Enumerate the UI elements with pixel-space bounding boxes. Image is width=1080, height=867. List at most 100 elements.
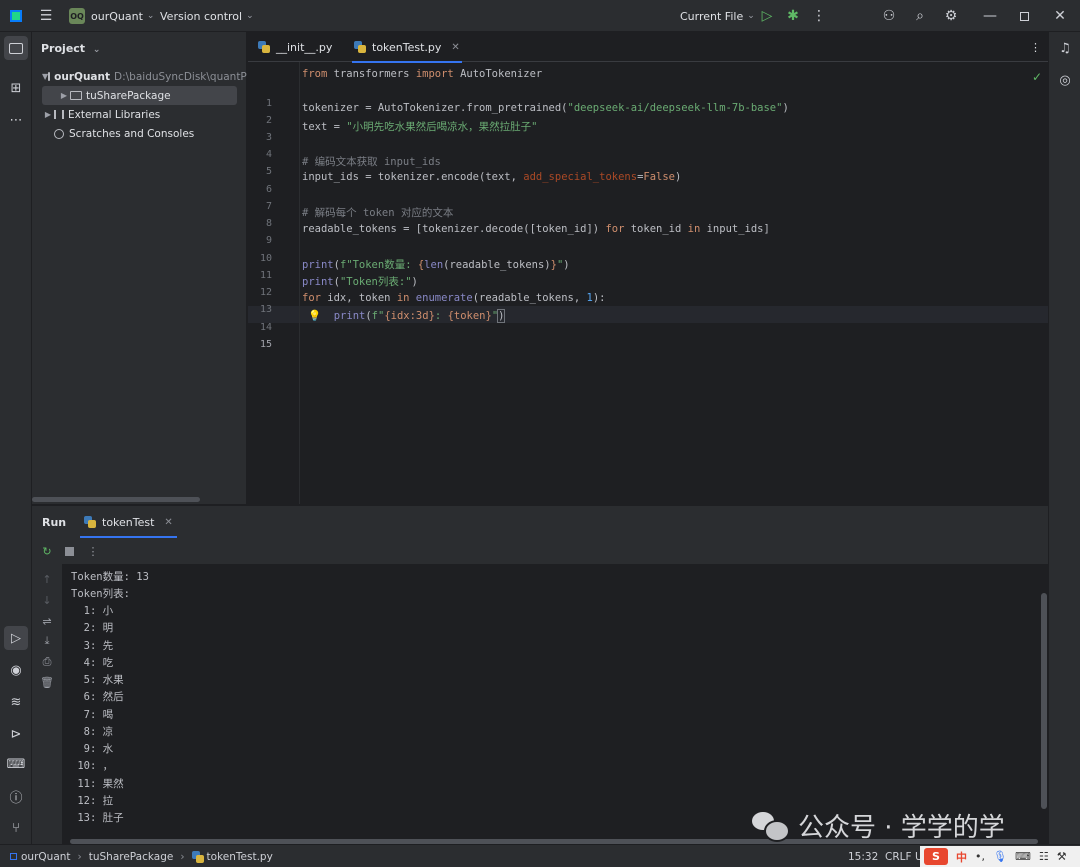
code-token: ) xyxy=(411,276,418,288)
minimize-icon[interactable]: — xyxy=(983,0,997,32)
line-number: 14 xyxy=(259,322,272,333)
folder-icon xyxy=(48,72,51,81)
more-tools-icon[interactable]: ⋯ xyxy=(4,108,28,132)
console-line: 6: 然后 xyxy=(71,691,124,703)
tab-tokentest-py[interactable]: tokenTest.py ✕ xyxy=(352,32,462,63)
line-separator[interactable]: CRLF xyxy=(885,845,912,867)
library-icon xyxy=(54,110,64,119)
print-icon[interactable]: ⎙ xyxy=(40,655,54,669)
layers-icon[interactable]: ≋ xyxy=(4,690,28,714)
collapse-arrow-icon[interactable]: ▶ xyxy=(58,91,70,100)
project-panel-title[interactable]: Project ⌄ xyxy=(41,42,100,55)
watermark: 公众号 · 学学的学 xyxy=(752,805,1005,845)
code-token: ) xyxy=(563,259,570,271)
code-line-9: # 解码每个 token 对应的文本 xyxy=(302,205,453,220)
string-token: f"Token数量: xyxy=(339,259,418,271)
soft-wrap-icon[interactable]: ⇌ xyxy=(40,614,54,628)
git-icon[interactable]: ⑂ xyxy=(4,816,28,840)
punctuation-icon[interactable]: •, xyxy=(975,850,985,863)
collapse-arrow-icon[interactable]: ▶ xyxy=(42,110,54,119)
left-tool-strip: ⊞ ⋯ ▷ ◉ ≋ ⊳ ⌨ ⓘ ⑂ xyxy=(0,32,32,844)
microphone-icon[interactable]: 🎙 xyxy=(993,850,1007,863)
console-line: 2: 明 xyxy=(71,622,114,634)
close-tab-icon[interactable]: ✕ xyxy=(451,42,459,53)
code-token: readable_tokens = [tokenizer.decode([tok… xyxy=(302,223,606,235)
skin-icon[interactable]: ☷ xyxy=(1039,850,1049,863)
param-token: add_special_tokens xyxy=(523,171,638,183)
cursor-position[interactable]: 15:32 xyxy=(848,845,878,867)
tab-options-icon[interactable]: ⋮ xyxy=(1030,32,1041,62)
code-line-13: print("Token列表:") xyxy=(302,274,418,289)
stop-icon[interactable] xyxy=(62,544,76,558)
up-arrow-icon[interactable]: ↑ xyxy=(40,572,54,586)
tree-item-label: External Libraries xyxy=(68,108,161,121)
ime-toolbar: S 中 •, 🎙 ⌨ ☷ ⚒ xyxy=(920,846,1080,867)
project-tool-icon[interactable] xyxy=(4,36,28,60)
scroll-to-end-icon[interactable]: ⤓ xyxy=(40,634,54,648)
line-number: 2 xyxy=(265,115,272,126)
code-token: (readable_tokens, xyxy=(472,292,587,304)
ime-language[interactable]: 中 xyxy=(956,849,967,865)
console-output[interactable]: Token数量: 13 Token列表: 1: 小 2: 明 3: 先 4: 吃… xyxy=(62,564,1048,845)
maximize-icon[interactable] xyxy=(1018,0,1030,32)
keyword-token: import xyxy=(415,68,454,80)
search-icon[interactable]: ⌕ xyxy=(912,0,928,32)
breadcrumb-item[interactable]: tokenTest.py xyxy=(207,851,273,863)
lightbulb-icon[interactable]: 💡 xyxy=(308,310,321,322)
breadcrumb-item[interactable]: tuSharePackage xyxy=(89,851,174,863)
run-config-selector[interactable]: Current File ⌄ xyxy=(680,0,755,32)
keyboard-icon[interactable]: ⌨ xyxy=(1015,850,1031,863)
ai-assistant-icon[interactable]: ◎ xyxy=(1053,68,1077,92)
python-file-icon xyxy=(84,516,96,528)
tab-init-py[interactable]: __init__.py xyxy=(258,32,332,62)
close-tab-icon[interactable]: ✕ xyxy=(164,517,172,528)
rerun-icon[interactable]: ↻ xyxy=(40,544,54,558)
add-user-icon[interactable]: ⚇ xyxy=(881,0,897,32)
debug-icon[interactable]: ✱ xyxy=(786,0,800,32)
close-icon[interactable]: ✕ xyxy=(1053,0,1067,32)
main-menu-icon[interactable]: ☰ xyxy=(38,0,54,32)
problems-icon[interactable]: ⓘ xyxy=(4,784,28,808)
python-console-icon[interactable]: ◉ xyxy=(4,658,28,682)
breadcrumb-item[interactable]: ourQuant xyxy=(21,851,71,863)
tree-item-scratches[interactable]: Scratches and Consoles xyxy=(32,124,247,143)
line-number: 1 xyxy=(265,98,272,109)
app-logo-icon xyxy=(10,0,22,32)
tree-item-root[interactable]: ▼ ourQuant D:\baiduSyncDisk\quantPrj xyxy=(32,67,247,86)
chevron-down-icon: ⌄ xyxy=(246,11,254,21)
project-switcher[interactable]: OQ ourQuant ⌄ xyxy=(69,0,154,32)
run-panel: Run tokenTest ✕ ↻ ⋮ ↑ ↓ ⇌ ⤓ ⎙ 🗑 Token数量:… xyxy=(32,505,1048,845)
down-arrow-icon[interactable]: ↓ xyxy=(40,593,54,607)
sogou-logo-icon[interactable]: S xyxy=(924,848,948,865)
string-token: "deepseek-ai/deepseek-llm-7b-base" xyxy=(567,102,783,114)
builtin-token: len xyxy=(424,259,444,271)
terminal-icon[interactable]: ⌨ xyxy=(4,752,28,776)
tree-item-external-libraries[interactable]: ▶ External Libraries xyxy=(32,105,247,124)
module-icon xyxy=(10,853,17,860)
trash-icon[interactable]: 🗑 xyxy=(40,675,54,689)
project-horizontal-scrollbar[interactable] xyxy=(32,497,200,502)
chevron-down-icon: ⌄ xyxy=(146,11,155,21)
code-token: {idx:3d} xyxy=(384,310,435,322)
vcs-switcher[interactable]: Version control ⌄ xyxy=(160,0,254,32)
keyword-token: in xyxy=(687,223,701,235)
comment-token: # 解码每个 token 对应的文本 xyxy=(302,207,454,219)
tools-icon[interactable]: ⚒ xyxy=(1057,850,1067,863)
line-number-gutter: 1 2 3 4 5 6 7 8 9 10 11 12 13 14 15 xyxy=(248,62,300,504)
tree-item-tusharepackage[interactable]: ▶ tuSharePackage xyxy=(42,86,237,105)
structure-tool-icon[interactable]: ⊞ xyxy=(4,76,28,100)
console-vertical-scrollbar[interactable] xyxy=(1041,593,1047,809)
more-icon[interactable]: ⋮ xyxy=(86,544,100,558)
code-token: idx, token xyxy=(320,292,397,304)
run-tool-icon[interactable]: ▷ xyxy=(4,626,28,650)
run-tab-tokentest[interactable]: tokenTest ✕ xyxy=(80,506,177,538)
run-icon[interactable]: ▷ xyxy=(760,0,774,32)
code-line-6: # 编码文本获取 input_ids xyxy=(302,154,441,169)
line-number: 9 xyxy=(265,235,272,246)
notifications-icon[interactable]: ♫ xyxy=(1053,36,1077,60)
more-icon[interactable]: ⋮ xyxy=(812,0,826,32)
code-editor[interactable]: __init__.py tokenTest.py ✕ ⋮ ✓ 1 2 3 4 5… xyxy=(248,32,1048,504)
gear-icon[interactable]: ⚙ xyxy=(943,0,959,32)
console-line: Token列表: xyxy=(71,588,130,600)
services-icon[interactable]: ⊳ xyxy=(4,722,28,746)
